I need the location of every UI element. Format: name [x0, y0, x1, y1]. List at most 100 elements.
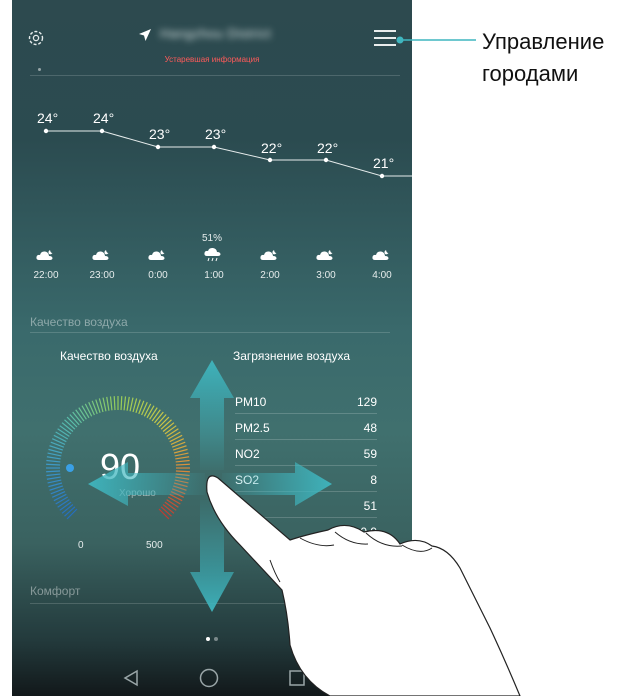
gauge-tick: [162, 504, 175, 514]
gauge-tick: [174, 452, 189, 457]
pollutant-name: NO2: [235, 447, 260, 461]
gauge-tick: [102, 397, 107, 412]
gauge-tick: [175, 463, 190, 466]
gauge-tick: [46, 456, 61, 460]
gauge-tick: [48, 482, 63, 488]
page-indicator: [206, 637, 218, 641]
gauge-tick: [156, 414, 167, 426]
gauge-tick: [66, 416, 78, 428]
pollutant-row: PM2.5 48: [235, 414, 377, 440]
gauge-tick: [160, 506, 172, 517]
gauge-tick: [55, 431, 69, 440]
gauge-tick: [61, 504, 74, 514]
pollutant-name: CO: [235, 525, 253, 539]
temp-point: [211, 144, 217, 150]
pollutant-value: 59: [363, 447, 377, 461]
pollutant-name: PM10: [235, 395, 267, 409]
callout-line-2: городами: [482, 61, 579, 86]
temp-label: 24°: [93, 110, 115, 126]
hour-label: 2:00: [260, 270, 280, 281]
partly-cloudy-night-icon: [316, 250, 333, 260]
temp-point: [323, 157, 329, 163]
gauge-tick: [46, 470, 61, 473]
pollutant-row: CO 0.9: [235, 518, 377, 544]
gauge-tick: [167, 496, 181, 505]
hour-label: 3:00: [316, 270, 336, 281]
gauge-tick: [106, 396, 110, 411]
pollutant-value: 51: [363, 499, 377, 513]
gauge-tick: [164, 501, 177, 511]
temp-label: 22°: [261, 140, 283, 156]
page-dot-active: [206, 637, 210, 641]
gauge-tick: [120, 396, 123, 411]
callout-line-1: Управление: [482, 29, 605, 54]
rain-cloud-icon: [204, 247, 221, 262]
gauge-tick: [47, 479, 62, 484]
gauge-tick: [69, 414, 80, 426]
gauge-tick: [151, 409, 161, 422]
precipitation-label: 51%: [202, 233, 223, 244]
city-management-callout: Управление городами: [482, 26, 604, 90]
navigation-bar: [123, 668, 305, 688]
pollutant-row: SO2 8: [235, 466, 377, 492]
hour-label: 22:00: [33, 270, 59, 281]
gauge-tick: [57, 499, 70, 508]
pollutant-row: PM10 129: [235, 388, 377, 414]
pollutant-row: 51: [235, 492, 377, 518]
gauge-tick: [64, 419, 76, 430]
pollutant-value: 129: [356, 395, 377, 409]
temp-label: 24°: [37, 110, 59, 126]
gauge-tick: [175, 476, 190, 480]
gauge-tick: [98, 398, 104, 413]
gauge-tick: [162, 422, 175, 432]
gauge-tick: [113, 396, 116, 411]
gauge-tick: [146, 405, 155, 419]
air-quality-divider: [30, 332, 390, 333]
aqi-level: Хорошо: [119, 488, 156, 499]
gauge-tick: [132, 398, 138, 413]
phone-screen: Hangzhou District Устаревшая информация …: [12, 0, 412, 696]
gauge-tick: [55, 496, 69, 505]
temp-label: 21°: [373, 155, 395, 171]
hour-label: 23:00: [89, 270, 115, 281]
gauge-tick: [164, 425, 177, 435]
partly-cloudy-night-icon: [36, 250, 53, 260]
gauge-tick: [59, 501, 72, 511]
back-triangle-icon: [123, 669, 138, 687]
pollution-title: Загрязнение воздуха: [233, 349, 351, 363]
gauge-tick: [81, 405, 90, 419]
pollutant-row: NO2 59: [235, 440, 377, 466]
page-dot: [214, 637, 218, 641]
gauge-tick: [166, 428, 179, 437]
temp-point: [99, 128, 105, 134]
gauge-tick: [46, 463, 61, 466]
gauge-indicator-dot: [66, 464, 74, 472]
home-circle-icon: [199, 668, 219, 688]
partly-cloudy-night-icon: [260, 250, 277, 260]
gauge-tick: [123, 396, 127, 411]
gauge-tick: [47, 452, 62, 457]
temp-point: [267, 157, 273, 163]
temp-label: 23°: [205, 126, 227, 142]
gauge-tick: [175, 473, 190, 477]
gauge-tick: [149, 407, 158, 420]
hour-label: 4:00: [372, 270, 392, 281]
temp-point: [43, 128, 49, 134]
recents-square-icon: [289, 670, 305, 686]
gauge-max-label: 500: [146, 540, 163, 551]
temp-point: [379, 173, 385, 179]
gauge-tick: [154, 411, 164, 424]
gauge-tick: [46, 473, 61, 477]
partly-cloudy-night-icon: [148, 250, 165, 260]
hour-label: 0:00: [148, 270, 168, 281]
partly-cloudy-night-icon: [372, 250, 389, 260]
gauge-tick: [158, 508, 170, 520]
gauge-tick: [46, 459, 61, 463]
gauge-tick: [46, 476, 61, 480]
temp-point: [155, 144, 161, 150]
comfort-divider: [30, 603, 390, 604]
pollutant-name: PM2.5: [235, 421, 270, 435]
gauge-tick: [174, 479, 189, 484]
partly-cloudy-night-icon: [92, 250, 109, 260]
gauge-tick: [66, 508, 78, 520]
